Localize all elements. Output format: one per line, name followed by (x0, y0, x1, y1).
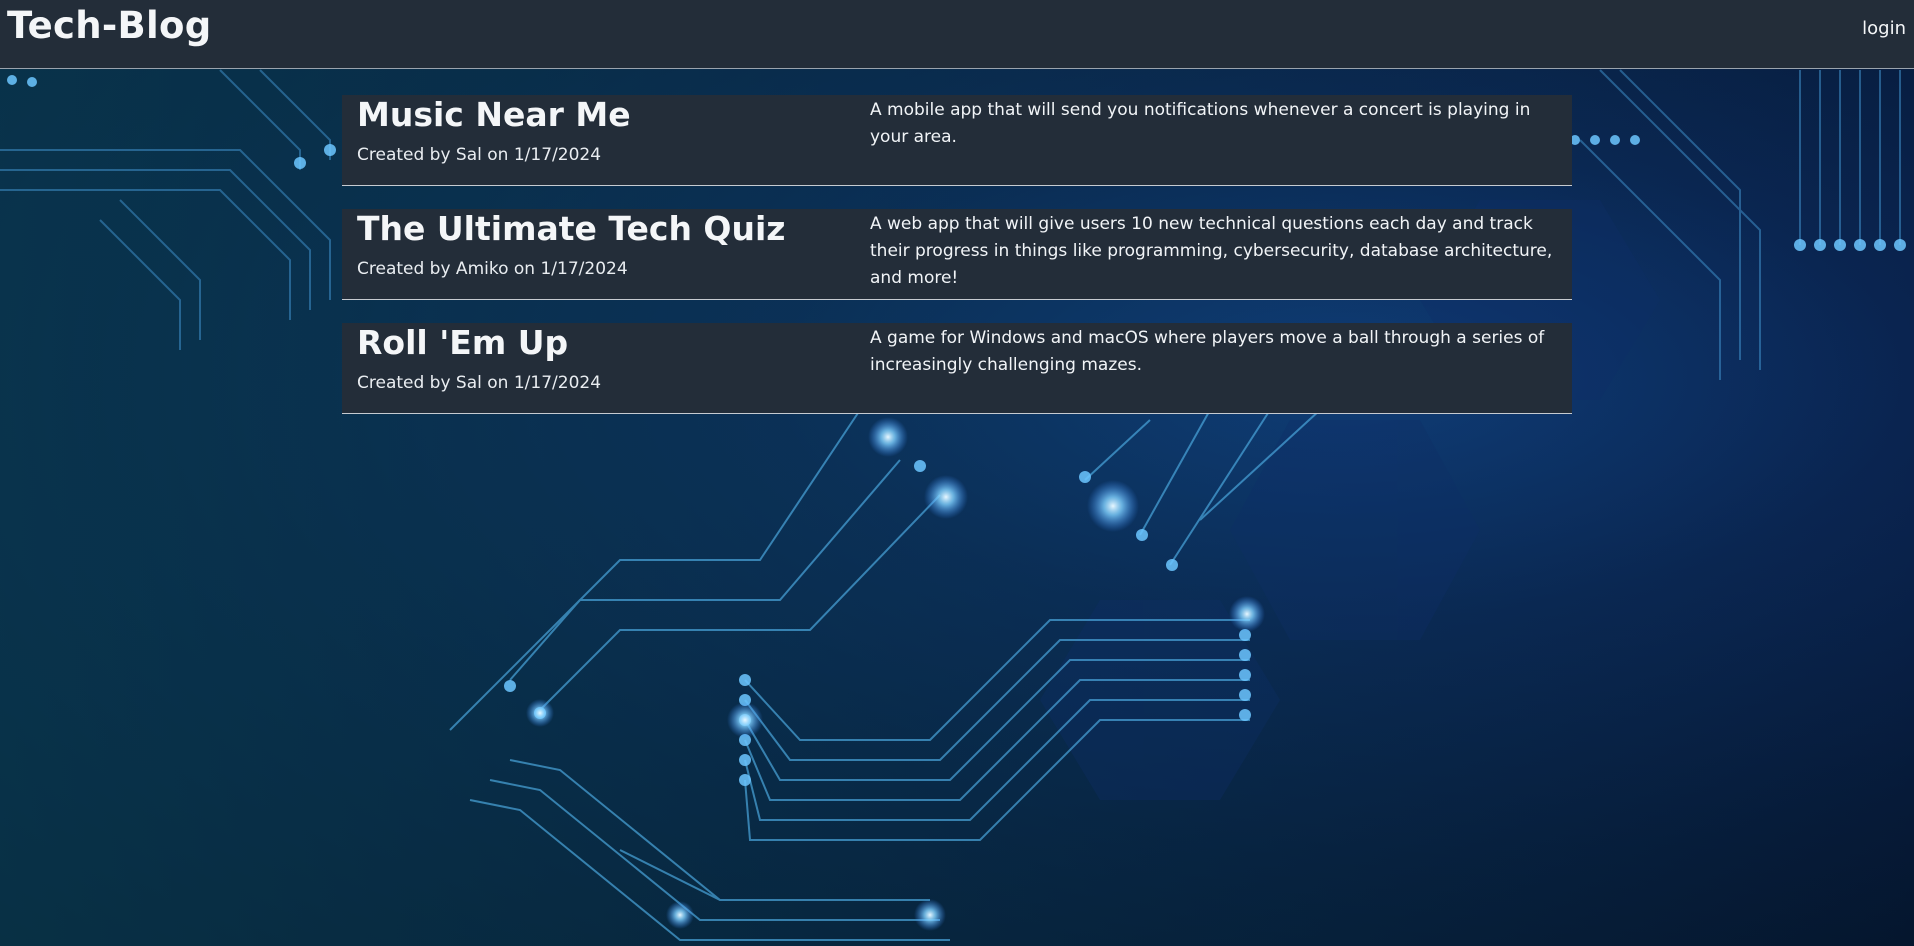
login-link[interactable]: login (1862, 18, 1906, 39)
post-description: A game for Windows and macOS where playe… (870, 328, 1545, 375)
post-description: A web app that will give users 10 new te… (870, 214, 1553, 288)
post-description: A mobile app that will send you notifica… (870, 100, 1531, 147)
post-title[interactable]: Music Near Me (357, 95, 631, 134)
post-meta: Created by Sal on 1/17/2024 (357, 145, 602, 165)
post-title[interactable]: Roll 'Em Up (357, 323, 568, 362)
post-card[interactable]: The Ultimate Tech Quiz Created by Amiko … (342, 209, 1572, 300)
post-card[interactable]: Music Near Me Created by Sal on 1/17/202… (342, 95, 1572, 186)
site-title[interactable]: Tech-Blog (7, 4, 212, 47)
site-header: Tech-Blog login (0, 0, 1914, 69)
post-list: Music Near Me Created by Sal on 1/17/202… (342, 95, 1572, 437)
post-meta: Created by Sal on 1/17/2024 (357, 373, 602, 393)
post-title[interactable]: The Ultimate Tech Quiz (357, 209, 785, 248)
post-card[interactable]: Roll 'Em Up Created by Sal on 1/17/2024 … (342, 323, 1572, 414)
post-meta: Created by Amiko on 1/17/2024 (357, 259, 628, 279)
